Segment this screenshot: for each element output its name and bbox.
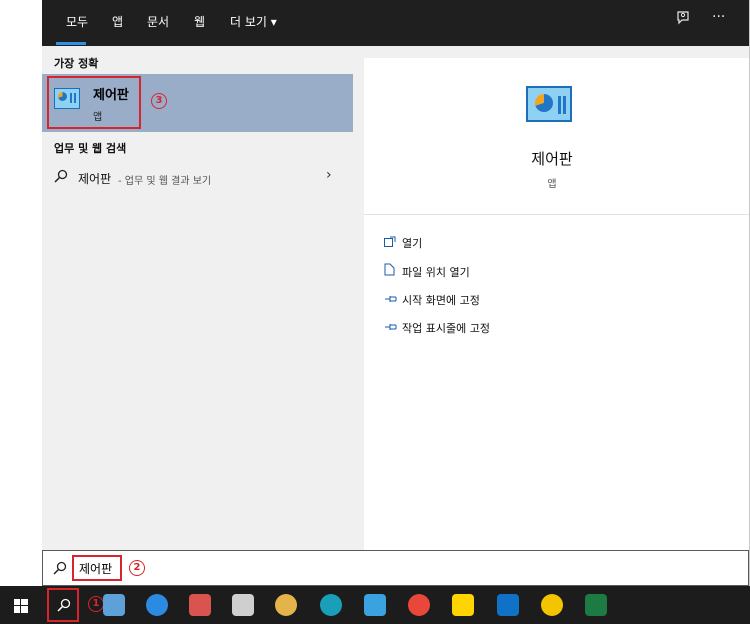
active-tab-indicator — [56, 42, 86, 45]
tab-web[interactable]: 웹 — [194, 13, 205, 30]
preview-title: 제어판 — [531, 150, 573, 168]
annotation-marker-2: 2 — [129, 560, 145, 576]
control-panel-large-icon — [526, 86, 572, 122]
web-result-query: 제어판 — [78, 172, 112, 186]
best-match-result[interactable]: 제어판 앱 3 — [42, 74, 353, 132]
web-result-suffix: - 업무 및 웹 결과 보기 — [118, 176, 212, 187]
task-view-icon[interactable] — [103, 594, 125, 616]
pin-icon — [384, 322, 402, 335]
chrome-icon[interactable] — [408, 594, 430, 616]
taskbar: 1 — [0, 586, 750, 624]
action-pin-to-start[interactable]: 시작 화면에 고정 — [384, 292, 480, 310]
more-options-icon[interactable]: ··· — [712, 9, 725, 25]
tab-documents[interactable]: 문서 — [147, 13, 169, 30]
preview-divider — [364, 214, 749, 215]
results-list: 가장 정확 제어판 앱 3 업무 및 웹 검색 제어판 - 업무 및 웹 결과 … — [42, 46, 353, 550]
search-icon — [53, 560, 67, 579]
pin-icon — [384, 294, 402, 307]
action-pin-to-taskbar-label: 작업 표시줄에 고정 — [402, 322, 490, 335]
tab-all[interactable]: 모두 — [66, 13, 88, 30]
desktop-background — [0, 0, 43, 586]
annotation-box-2 — [72, 555, 122, 581]
web-search-heading: 업무 및 웹 검색 — [54, 142, 127, 155]
action-pin-to-start-label: 시작 화면에 고정 — [402, 294, 480, 307]
action-open-file-location[interactable]: 파일 위치 열기 — [384, 263, 470, 281]
tab-apps[interactable]: 앱 — [112, 13, 123, 30]
file-location-icon — [384, 263, 402, 279]
annotation-marker-1: 1 — [88, 596, 104, 612]
action-open[interactable]: 열기 — [384, 235, 422, 253]
feedback-icon[interactable] — [675, 10, 691, 30]
open-icon — [384, 236, 402, 250]
app2-icon[interactable] — [541, 594, 563, 616]
windows-start-icon[interactable] — [14, 598, 28, 617]
action-pin-to-taskbar[interactable]: 작업 표시줄에 고정 — [384, 320, 490, 338]
tab-more[interactable]: 더 보기 ▾ — [230, 13, 277, 30]
search-button[interactable] — [47, 588, 79, 622]
edge-icon[interactable] — [320, 594, 342, 616]
internet-explorer-icon[interactable] — [146, 594, 168, 616]
paint-icon[interactable] — [189, 594, 211, 616]
action-open-label: 열기 — [402, 237, 423, 250]
annotation-box-3 — [47, 76, 141, 129]
kakaotalk-icon[interactable] — [452, 594, 474, 616]
art-icon[interactable] — [275, 594, 297, 616]
search-icon — [54, 168, 68, 187]
search-tab-bar: 모두 앱 문서 웹 더 보기 ▾ ··· — [42, 0, 749, 46]
preview-type: 앱 — [547, 179, 557, 190]
start-search-panel: 모두 앱 문서 웹 더 보기 ▾ ··· 가장 정확 제어판 앱 3 업무 및 … — [42, 0, 749, 586]
chevron-right-icon: › — [326, 167, 332, 183]
best-match-heading: 가장 정확 — [54, 57, 99, 70]
annotation-marker-3: 3 — [151, 93, 167, 109]
preview-pane: 제어판 앱 열기 파일 위치 열기 시작 화면에 고정 작업 표시줄에 고정 — [364, 58, 749, 550]
search-box[interactable]: 제어판 2 — [42, 550, 749, 586]
web-search-result[interactable]: 제어판 - 업무 및 웹 결과 보기 › — [42, 162, 353, 192]
app-icon[interactable] — [364, 594, 386, 616]
action-open-file-location-label: 파일 위치 열기 — [402, 266, 470, 279]
notepad-icon[interactable] — [232, 594, 254, 616]
outlook-icon[interactable] — [497, 594, 519, 616]
excel-icon[interactable] — [585, 594, 607, 616]
